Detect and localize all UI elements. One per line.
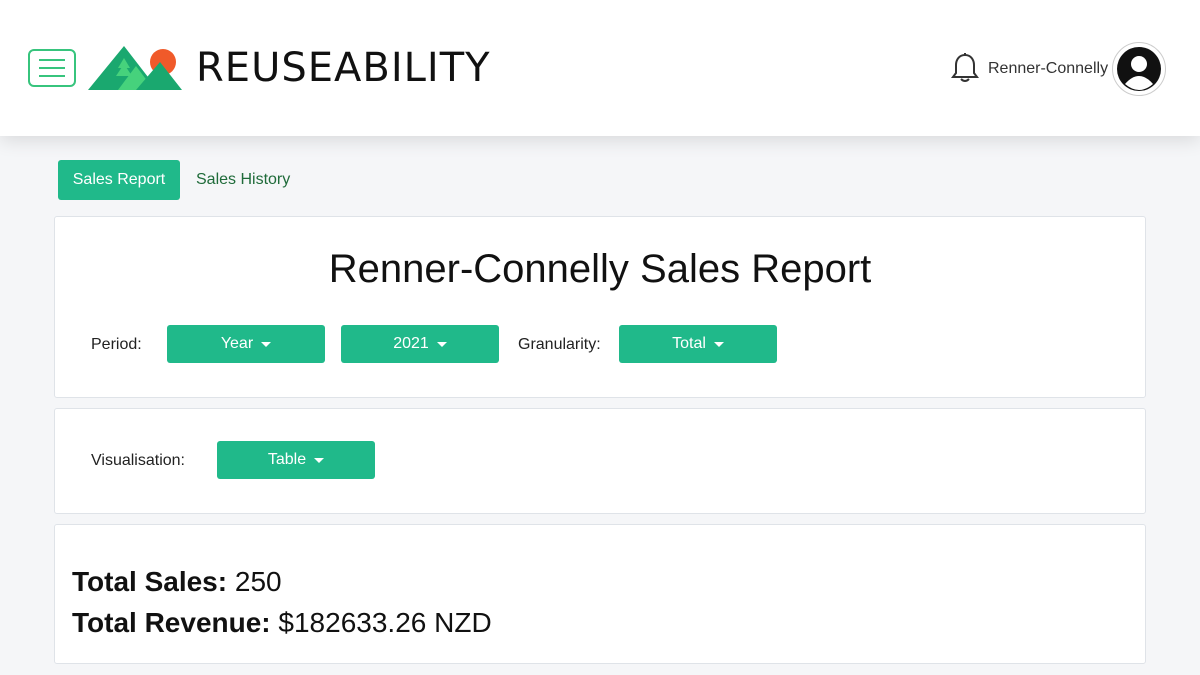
caret-down-icon [436,341,447,347]
year-dropdown[interactable]: 2021 [341,325,499,363]
period-dropdown-value: Year [220,335,254,352]
period-label: Period: [91,336,142,353]
granularity-dropdown-value: Total [672,335,706,352]
visualisation-dropdown-value: Table [267,451,307,468]
total-revenue-label: Total Revenue: [72,607,271,638]
tab-sales-history[interactable]: Sales History [196,170,290,190]
total-sales-value: 250 [234,566,282,597]
caret-down-icon [713,341,724,347]
user-avatar-icon [1117,47,1161,91]
total-revenue-value: $182633.26 NZD [278,607,492,638]
totals-card: Total Sales: 250 Total Revenue: $182633.… [54,524,1146,664]
username: Renner-Connelly [988,60,1109,77]
visualisation-dropdown[interactable]: Table [217,441,375,479]
user-avatar[interactable] [1112,42,1166,96]
caret-down-icon [261,341,272,347]
total-sales-label: Total Sales: [72,566,228,597]
total-revenue: Total Revenue: $182633.26 NZD [72,606,492,640]
report-settings-card: Renner-Connelly Sales Report Period: Yea… [54,216,1146,398]
granularity-label: Granularity: [518,336,601,353]
visualisation-card: Visualisation: Table [54,408,1146,514]
visualisation-label: Visualisation: [91,452,185,469]
page-title: Renner-Connelly Sales Report [328,247,872,291]
bell-icon[interactable] [950,52,980,84]
hamburger-menu-icon [39,59,65,77]
brand-name: REUSEABILITY [196,45,491,91]
mountains-sun-logo [88,46,182,90]
granularity-dropdown[interactable]: Total [619,325,777,363]
caret-down-icon [314,457,325,463]
year-dropdown-value: 2021 [393,335,429,352]
period-dropdown[interactable]: Year [167,325,325,363]
app-header: REUSEABILITY Renner-Connelly [0,0,1200,136]
hamburger-menu-button[interactable] [28,49,76,87]
tab-sales-report[interactable]: Sales Report [58,160,180,200]
total-sales: Total Sales: 250 [72,565,282,599]
